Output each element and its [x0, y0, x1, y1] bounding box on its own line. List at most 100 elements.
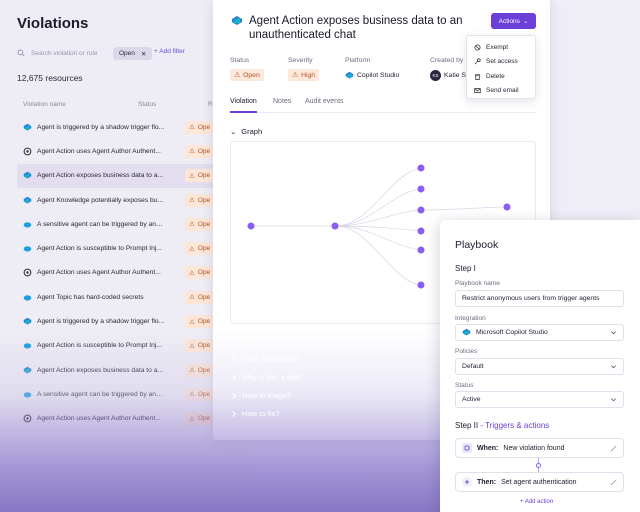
- copilot-icon: [23, 123, 32, 132]
- salesforce-icon: [23, 341, 32, 350]
- search-placeholder: Search violation or rule: [31, 49, 98, 57]
- when-label: When:: [477, 444, 499, 452]
- status-badge: ⚠ Ope: [185, 169, 215, 183]
- trash-icon: [474, 74, 481, 80]
- playbook-name-input[interactable]: Restrict anonymous users from trigger ag…: [455, 290, 624, 307]
- pencil-icon[interactable]: [610, 479, 617, 486]
- accordion-triage[interactable]: How to triage?: [231, 391, 291, 400]
- status-badge: ⚠ Ope: [185, 339, 215, 353]
- status-label: Status: [455, 382, 474, 389]
- severity-badge: ⚠ High: [288, 69, 320, 81]
- created-by-label: Created by: [430, 57, 464, 64]
- connector-dot: [536, 463, 541, 468]
- platform-text: Copilot Studio: [357, 71, 400, 79]
- warning-icon: ⚠: [189, 294, 195, 302]
- tab-notes[interactable]: Notes: [273, 98, 291, 105]
- chevron-right-icon: [232, 374, 237, 381]
- menu-item-label: Set access: [486, 58, 518, 66]
- chevron-down-icon: [611, 331, 616, 335]
- severity-label: Severity: [288, 57, 313, 64]
- violation-name: Agent Action is susceptible to Prompt In…: [37, 342, 162, 350]
- salesforce-icon: [23, 390, 32, 399]
- tab-violation[interactable]: Violation: [230, 98, 257, 113]
- status-badge: ⚠ Ope: [185, 266, 215, 280]
- integration-select[interactable]: Microsoft Copilot Studio: [455, 324, 624, 341]
- copilot-icon: [462, 328, 471, 336]
- ban-icon: [474, 44, 481, 51]
- status-text: Ope: [197, 123, 211, 131]
- accordion-label: Why is this a risk?: [242, 373, 304, 382]
- graph-node: [331, 222, 339, 230]
- add-filter-button[interactable]: + Add filter: [154, 48, 185, 55]
- violation-name: A sensitive agent can be triggered by an…: [37, 390, 165, 398]
- trigger-when-card[interactable]: When: New violation found: [455, 438, 624, 458]
- status-badge: ⚠ Ope: [185, 387, 215, 401]
- warning-icon: ⚠: [292, 72, 299, 79]
- graph-node: [503, 203, 511, 211]
- column-header-extra[interactable]: R: [208, 101, 213, 108]
- search-icon: [17, 49, 25, 57]
- playbook-name-label: Playbook name: [455, 280, 500, 287]
- violation-name: Agent Action uses Agent Author Authent..…: [37, 415, 161, 423]
- tab-audit-events[interactable]: Audit events: [305, 98, 344, 105]
- graph-node: [417, 185, 425, 193]
- status-text: Ope: [197, 390, 211, 398]
- menu-item-delete[interactable]: Delete: [467, 69, 535, 84]
- status-badge: ⚠ Ope: [185, 290, 215, 304]
- column-header-name[interactable]: Violation name: [23, 101, 66, 108]
- salesforce-icon: [23, 244, 32, 253]
- violation-name: Agent is triggered by a shadow trigger f…: [37, 318, 165, 326]
- status-text: Ope: [197, 415, 211, 423]
- pencil-icon[interactable]: [610, 445, 617, 452]
- add-action-button[interactable]: + Add action: [520, 499, 553, 505]
- status-select[interactable]: Active: [455, 391, 624, 408]
- created-by-name: Katie S: [444, 71, 466, 79]
- status-badge: ⚠ Ope: [185, 412, 215, 426]
- warning-icon: ⚠: [189, 415, 195, 423]
- step-two-title: Step II: [455, 421, 479, 430]
- violation-name: Agent Action is susceptible to Prompt In…: [37, 245, 162, 253]
- menu-item-send-email[interactable]: Send email: [467, 84, 535, 99]
- menu-item-label: Delete: [486, 72, 505, 80]
- status-badge: ⚠ Open: [230, 69, 264, 81]
- copilot-icon: [23, 366, 32, 375]
- accordion-why-risk[interactable]: Why is this a risk?: [231, 373, 303, 382]
- status-value: Active: [462, 396, 481, 403]
- status-label: Status: [230, 57, 250, 64]
- warning-icon: ⚠: [189, 269, 195, 277]
- warning-icon: ⚠: [189, 148, 195, 156]
- playbook-name-value: Restrict anonymous users from trigger ag…: [462, 295, 600, 302]
- chevron-right-icon: [232, 410, 237, 417]
- integration-label: Integration: [455, 315, 486, 322]
- violation-name: Agent Action uses Agent Author Authent..…: [37, 147, 161, 155]
- graph-node: [417, 246, 425, 254]
- platform-value: Copilot Studio: [345, 69, 399, 81]
- warning-icon: ⚠: [189, 245, 195, 253]
- violation-name: Agent Topic has hard-coded secrets: [37, 293, 144, 301]
- openai-icon: [23, 147, 32, 156]
- accordion-fix[interactable]: How to fix?: [231, 409, 280, 418]
- violation-name: A sensitive agent can be triggered by an…: [37, 220, 165, 228]
- menu-item-exempt[interactable]: Exempt: [467, 40, 535, 55]
- graph-label: Graph: [241, 127, 263, 136]
- policies-select[interactable]: Default: [455, 358, 624, 375]
- salesforce-icon: [23, 293, 32, 302]
- integration-value: Microsoft Copilot Studio: [476, 329, 548, 336]
- column-header-status[interactable]: Status: [138, 101, 156, 108]
- status-text: Ope: [197, 172, 211, 180]
- search-input[interactable]: Search violation or rule: [17, 46, 109, 60]
- close-icon[interactable]: ✕: [141, 50, 146, 58]
- openai-icon: [23, 414, 32, 423]
- status-text: Ope: [197, 220, 211, 228]
- filter-chip-open[interactable]: Open ✕: [113, 47, 153, 60]
- status-badge: ⚠ Ope: [185, 363, 215, 377]
- step-two-subtitle: - Triggers & actions: [478, 421, 550, 430]
- when-value: New violation found: [503, 444, 565, 452]
- accordion-what-happened[interactable]: What happened?: [231, 354, 300, 363]
- violation-name: Agent is triggered by a shadow trigger f…: [37, 123, 165, 131]
- actions-button[interactable]: Actions ⌄: [491, 13, 536, 29]
- plus-circle-icon: [462, 477, 472, 487]
- menu-item-set-access[interactable]: Set access: [467, 55, 535, 70]
- graph-section-header[interactable]: ⌄ Graph: [230, 127, 262, 136]
- trigger-then-card[interactable]: Then: Set agent authentication: [455, 472, 624, 492]
